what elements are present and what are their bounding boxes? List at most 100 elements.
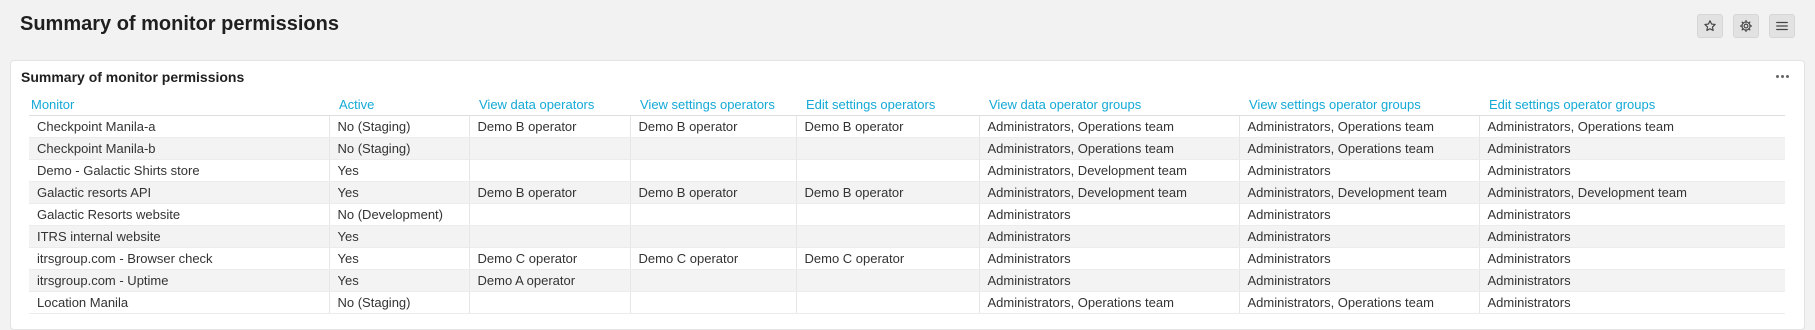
cell-view-settings-operator-groups: Administrators, Operations team <box>1239 137 1480 160</box>
cell-view-data-operator-groups: Administrators, Operations team <box>979 137 1240 160</box>
cell-view-data-operators <box>469 137 631 160</box>
table-row: Checkpoint Manila-a No (Staging) Demo B op… <box>29 115 1785 138</box>
cell-monitor: Location Manila <box>29 291 330 314</box>
more-horizontal-icon <box>1775 74 1779 78</box>
cell-view-settings-operator-groups: Administrators, Operations team <box>1239 291 1480 314</box>
cell-view-settings-operator-groups: Administrators <box>1239 159 1480 182</box>
settings-button[interactable] <box>1733 14 1759 38</box>
permissions-panel: Summary of monitor permissions Monitor A… <box>10 60 1805 330</box>
table-row: Location Manila No (Staging) Administrator… <box>29 291 1785 314</box>
cell-edit-settings-operator-groups: Administrators <box>1479 203 1785 226</box>
column-header-edit-settings-operator-groups[interactable]: Edit settings operator groups <box>1479 94 1785 116</box>
page-title: Summary of monitor permissions <box>20 13 339 35</box>
panel-options-button[interactable] <box>1772 69 1792 83</box>
hamburger-menu-icon <box>1776 21 1788 31</box>
cell-edit-settings-operator-groups: Administrators, Development team <box>1479 181 1785 204</box>
table-row: Galactic Resorts website No (Development)… <box>29 203 1785 226</box>
gear-icon <box>1739 19 1753 33</box>
cell-edit-settings-operator-groups: Administrators <box>1479 269 1785 292</box>
cell-edit-settings-operators <box>796 203 980 226</box>
cell-edit-settings-operators <box>796 269 980 292</box>
cell-view-settings-operators: Demo C operator <box>630 247 797 270</box>
table-row: itrsgroup.com - Uptime Yes Demo A operator… <box>29 269 1785 292</box>
table-body: Checkpoint Manila-a No (Staging) Demo B op… <box>29 115 1785 314</box>
cell-active: No (Staging) <box>329 137 470 160</box>
cell-edit-settings-operators: Demo B operator <box>796 115 980 138</box>
cell-view-data-operators: Demo A operator <box>469 269 631 292</box>
cell-view-settings-operator-groups: Administrators <box>1239 203 1480 226</box>
cell-monitor: Galactic Resorts website <box>29 203 330 226</box>
cell-view-settings-operator-groups: Administrators <box>1239 225 1480 248</box>
column-header-view-settings-operators[interactable]: View settings operators <box>630 94 796 116</box>
cell-view-data-operator-groups: Administrators <box>979 225 1240 248</box>
cell-monitor: itrsgroup.com - Browser check <box>29 247 330 270</box>
cell-active: Yes <box>329 269 470 292</box>
cell-view-settings-operator-groups: Administrators <box>1239 269 1480 292</box>
cell-active: Yes <box>329 181 470 204</box>
column-header-view-data-operator-groups[interactable]: View data operator groups <box>979 94 1239 116</box>
menu-button[interactable] <box>1769 14 1795 38</box>
cell-active: Yes <box>329 159 470 182</box>
table-row: Checkpoint Manila-b No (Staging) Administr… <box>29 137 1785 160</box>
cell-view-data-operators <box>469 203 631 226</box>
cell-active: Yes <box>329 225 470 248</box>
star-icon <box>1704 20 1716 32</box>
cell-monitor: Demo - Galactic Shirts store <box>29 159 330 182</box>
column-header-view-settings-operator-groups[interactable]: View settings operator groups <box>1239 94 1479 116</box>
cell-view-data-operators: Demo B operator <box>469 115 631 138</box>
panel-title: Summary of monitor permissions <box>21 69 245 85</box>
cell-view-settings-operators <box>630 137 797 160</box>
cell-edit-settings-operator-groups: Administrators <box>1479 159 1785 182</box>
cell-monitor: ITRS internal website <box>29 225 330 248</box>
column-header-active[interactable]: Active <box>329 94 469 116</box>
column-header-view-data-operators[interactable]: View data operators <box>469 94 630 116</box>
cell-view-settings-operator-groups: Administrators <box>1239 247 1480 270</box>
cell-edit-settings-operators: Demo C operator <box>796 247 980 270</box>
cell-edit-settings-operator-groups: Administrators <box>1479 247 1785 270</box>
permissions-table: Monitor Active View data operators View … <box>29 94 1785 314</box>
table-row: itrsgroup.com - Browser check Yes Demo C o… <box>29 247 1785 270</box>
cell-edit-settings-operator-groups: Administrators <box>1479 137 1785 160</box>
page-header: Summary of monitor permissions <box>0 0 1815 52</box>
cell-edit-settings-operators <box>796 291 980 314</box>
cell-edit-settings-operator-groups: Administrators, Operations team <box>1479 115 1785 138</box>
cell-edit-settings-operator-groups: Administrators <box>1479 291 1785 314</box>
cell-view-data-operators: Demo C operator <box>469 247 631 270</box>
table-row: ITRS internal website Yes Administrators Ad… <box>29 225 1785 248</box>
cell-view-settings-operators <box>630 269 797 292</box>
cell-monitor: Checkpoint Manila-b <box>29 137 330 160</box>
cell-edit-settings-operators <box>796 137 980 160</box>
cell-view-data-operator-groups: Administrators <box>979 203 1240 226</box>
favorite-button[interactable] <box>1697 14 1723 38</box>
table-row: Demo - Galactic Shirts store Yes Administr… <box>29 159 1785 182</box>
cell-view-settings-operators <box>630 291 797 314</box>
cell-active: No (Staging) <box>329 115 470 138</box>
cell-view-data-operator-groups: Administrators, Operations team <box>979 291 1240 314</box>
cell-active: No (Development) <box>329 203 470 226</box>
cell-view-settings-operators <box>630 159 797 182</box>
cell-edit-settings-operators <box>796 159 980 182</box>
cell-view-settings-operator-groups: Administrators, Development team <box>1239 181 1480 204</box>
column-header-edit-settings-operators[interactable]: Edit settings operators <box>796 94 979 116</box>
cell-view-data-operator-groups: Administrators, Development team <box>979 181 1240 204</box>
cell-monitor: Galactic resorts API <box>29 181 330 204</box>
cell-view-data-operators <box>469 159 631 182</box>
cell-view-data-operator-groups: Administrators <box>979 247 1240 270</box>
cell-view-data-operator-groups: Administrators, Operations team <box>979 115 1240 138</box>
cell-view-settings-operator-groups: Administrators, Operations team <box>1239 115 1480 138</box>
cell-active: Yes <box>329 247 470 270</box>
column-header-monitor[interactable]: Monitor <box>29 94 329 116</box>
table-header-row: Monitor Active View data operators View … <box>29 94 1785 116</box>
cell-view-data-operator-groups: Administrators <box>979 269 1240 292</box>
cell-edit-settings-operators <box>796 225 980 248</box>
cell-monitor: itrsgroup.com - Uptime <box>29 269 330 292</box>
cell-view-data-operators <box>469 225 631 248</box>
cell-edit-settings-operator-groups: Administrators <box>1479 225 1785 248</box>
cell-view-settings-operators <box>630 225 797 248</box>
cell-edit-settings-operators: Demo B operator <box>796 181 980 204</box>
cell-view-settings-operators: Demo B operator <box>630 181 797 204</box>
cell-view-data-operator-groups: Administrators, Development team <box>979 159 1240 182</box>
cell-view-settings-operators: Demo B operator <box>630 115 797 138</box>
table-row: Galactic resorts API Yes Demo B operator De… <box>29 181 1785 204</box>
cell-monitor: Checkpoint Manila-a <box>29 115 330 138</box>
